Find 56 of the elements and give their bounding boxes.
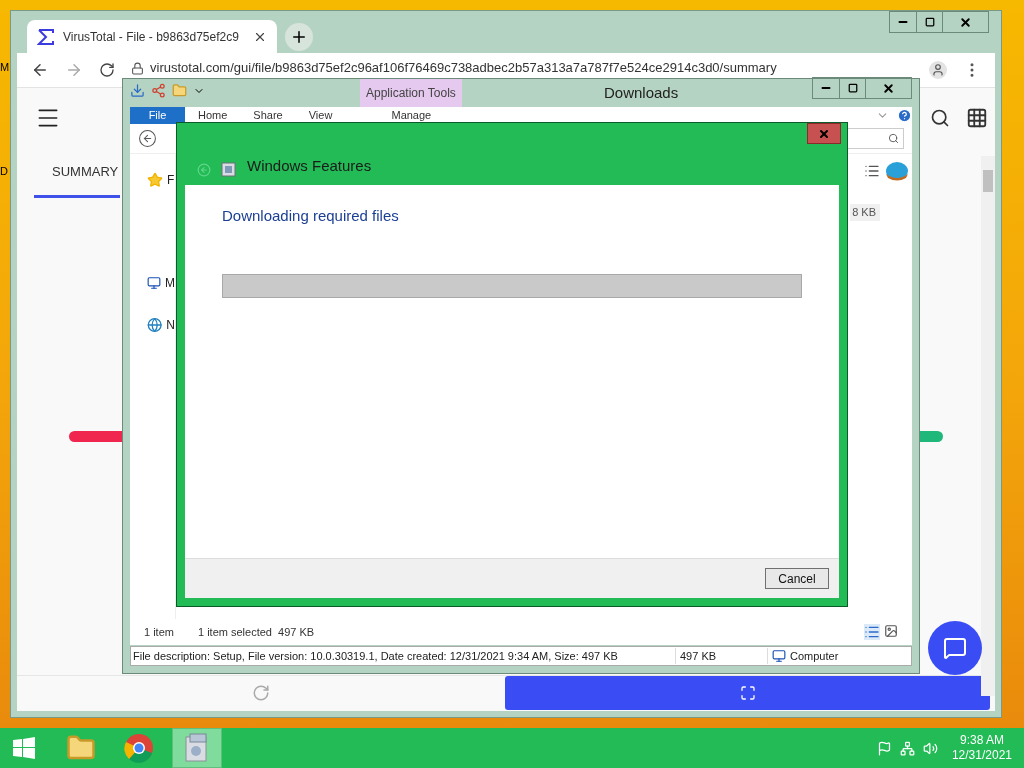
- ribbon-tab[interactable]: Home: [185, 107, 241, 124]
- status-message: Downloading required files: [222, 206, 400, 226]
- nav-item[interactable]: N: [166, 316, 175, 334]
- tiles-view-icon[interactable]: [884, 624, 898, 638]
- cancel-button[interactable]: Cancel: [765, 568, 829, 589]
- search-icon[interactable]: [930, 108, 950, 128]
- features-icon: [221, 161, 237, 177]
- profile-icon[interactable]: [929, 61, 947, 79]
- change-view-icon[interactable]: [864, 163, 880, 179]
- file-size: 497 KB: [676, 647, 768, 665]
- dialog-title: Windows Features: [247, 155, 372, 176]
- location-label: Computer: [790, 648, 839, 664]
- chrome-icon: [124, 733, 154, 763]
- desktop-icon-label: M: [0, 60, 10, 75]
- close-icon: [882, 81, 895, 95]
- maximize-icon: [924, 17, 935, 27]
- nav-item[interactable]: F: [167, 171, 175, 189]
- search-icon: [888, 133, 899, 144]
- tab-title: VirusTotal - File - b9863d75ef2c9: [63, 28, 240, 46]
- new-tab-button[interactable]: [285, 23, 313, 51]
- ribbon-tab[interactable]: File: [130, 107, 185, 124]
- back-icon[interactable]: [31, 61, 49, 79]
- star-icon: [147, 172, 163, 188]
- close-icon: [959, 15, 972, 29]
- close-icon: [818, 127, 830, 140]
- item-count: 1 item: [144, 624, 174, 640]
- plus-icon: [290, 28, 308, 46]
- browser-tab[interactable]: VirusTotal - File - b9863d75ef2c9: [27, 20, 277, 53]
- computer-icon: [772, 649, 786, 663]
- close-button[interactable]: [807, 123, 841, 144]
- file-details: File description: Setup, File version: 10.0.30319.1, Date created: 12/31/2021 9:34 AM, Size: 497 KB: [131, 647, 676, 665]
- desktop-icon-label: D: [0, 164, 8, 179]
- globe-icon: [147, 317, 163, 333]
- ribbon-tab[interactable]: Share: [240, 107, 296, 124]
- back-icon[interactable]: [138, 129, 157, 148]
- nav-item[interactable]: M: [165, 274, 175, 292]
- reload-icon[interactable]: [99, 62, 115, 78]
- selection-status: 1 item selected 497 KB: [197, 624, 315, 640]
- ribbon-tab[interactable]: View: [295, 107, 346, 124]
- apps-grid-icon[interactable]: [966, 107, 988, 129]
- globe-badge-icon: [884, 160, 910, 182]
- window-title: Downloads: [604, 83, 679, 103]
- maximize-icon: [847, 83, 858, 93]
- sigma-logo-icon: [37, 27, 55, 46]
- size-cell: 8 KB: [850, 204, 880, 221]
- windows-logo-icon: [12, 736, 36, 760]
- context-tab-label: Application Tools: [360, 79, 462, 107]
- expand-icon: [739, 684, 756, 701]
- help-icon[interactable]: [897, 108, 912, 123]
- ribbon-tab[interactable]: Manage: [361, 107, 462, 124]
- monitor-icon: [147, 275, 161, 291]
- installer-icon: [184, 733, 210, 763]
- details-view-icon[interactable]: [864, 624, 880, 640]
- expand-button[interactable]: [505, 675, 990, 710]
- lock-icon: [131, 61, 144, 75]
- chat-icon: [943, 636, 967, 660]
